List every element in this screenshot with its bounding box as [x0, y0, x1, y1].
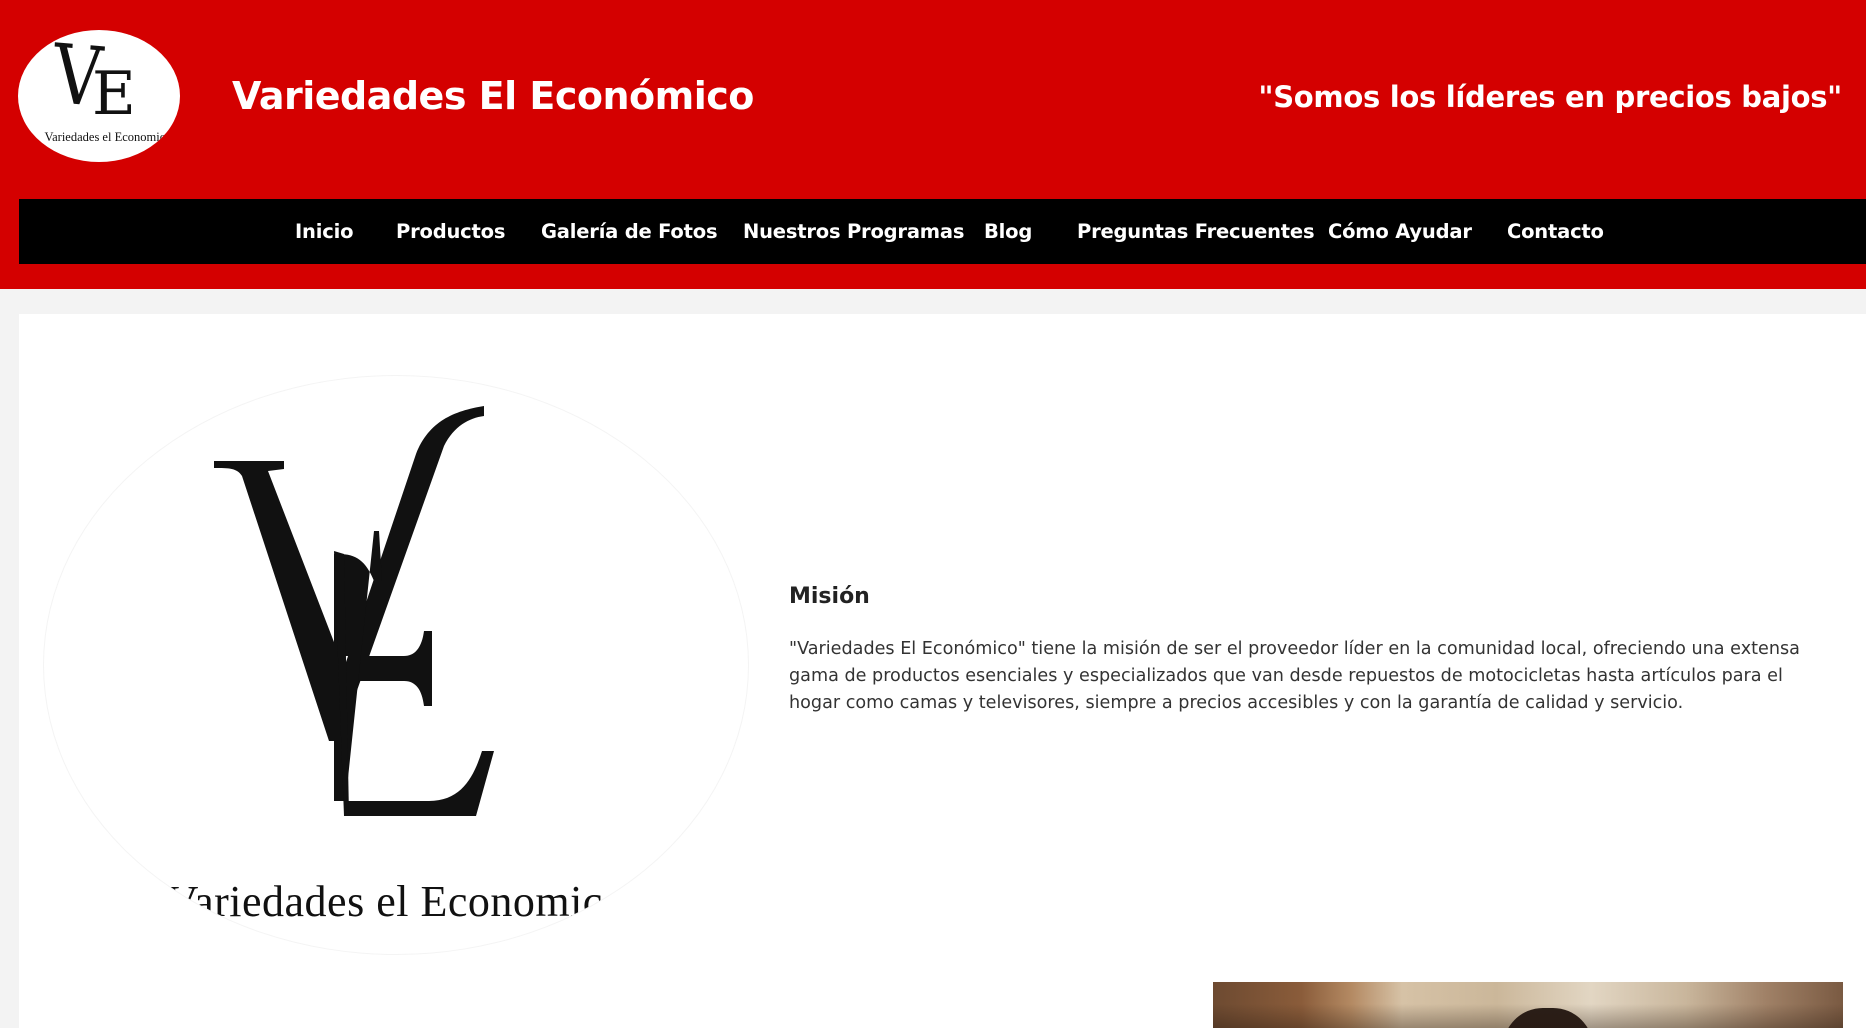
site-header: V E Variedades el Economico Variedades E…	[0, 0, 1866, 289]
store-photo	[1213, 982, 1843, 1028]
nav-item-inicio[interactable]: Inicio	[295, 199, 353, 264]
photo-shade	[1213, 1004, 1843, 1028]
nav-item-preguntas[interactable]: Preguntas Frecuentes	[1077, 199, 1315, 264]
nav-item-productos[interactable]: Productos	[396, 199, 505, 264]
nav-list: Inicio Productos Galería de Fotos Nuestr…	[19, 199, 1866, 264]
mision-heading: Misión	[789, 584, 870, 609]
site-logo[interactable]: V E Variedades el Economico	[18, 30, 180, 162]
logo-monogram-e: E	[92, 59, 136, 129]
nav-item-galeria[interactable]: Galería de Fotos	[541, 199, 718, 264]
large-logo-image: V E Variedades el Economico	[44, 376, 748, 954]
main-nav: Inicio Productos Galería de Fotos Nuestr…	[19, 199, 1866, 264]
logo-caption: Variedades el Economico	[44, 130, 172, 144]
site-tagline: "Somos los líderes en precios bajos"	[1258, 80, 1842, 114]
monogram-ve-graphic	[214, 406, 494, 816]
mision-paragraph: "Variedades El Económico" tiene la misió…	[789, 639, 1800, 713]
nav-item-blog[interactable]: Blog	[984, 199, 1032, 264]
large-logo-caption: Variedades el Economico	[166, 877, 626, 926]
site-title[interactable]: Variedades El Económico	[232, 74, 754, 118]
nav-item-como-ayudar[interactable]: Cómo Ayudar	[1328, 199, 1472, 264]
nav-item-contacto[interactable]: Contacto	[1507, 199, 1604, 264]
content-card: V E Variedades el Economico Misión "Vari…	[19, 314, 1866, 1028]
nav-item-programas[interactable]: Nuestros Programas	[743, 199, 964, 264]
